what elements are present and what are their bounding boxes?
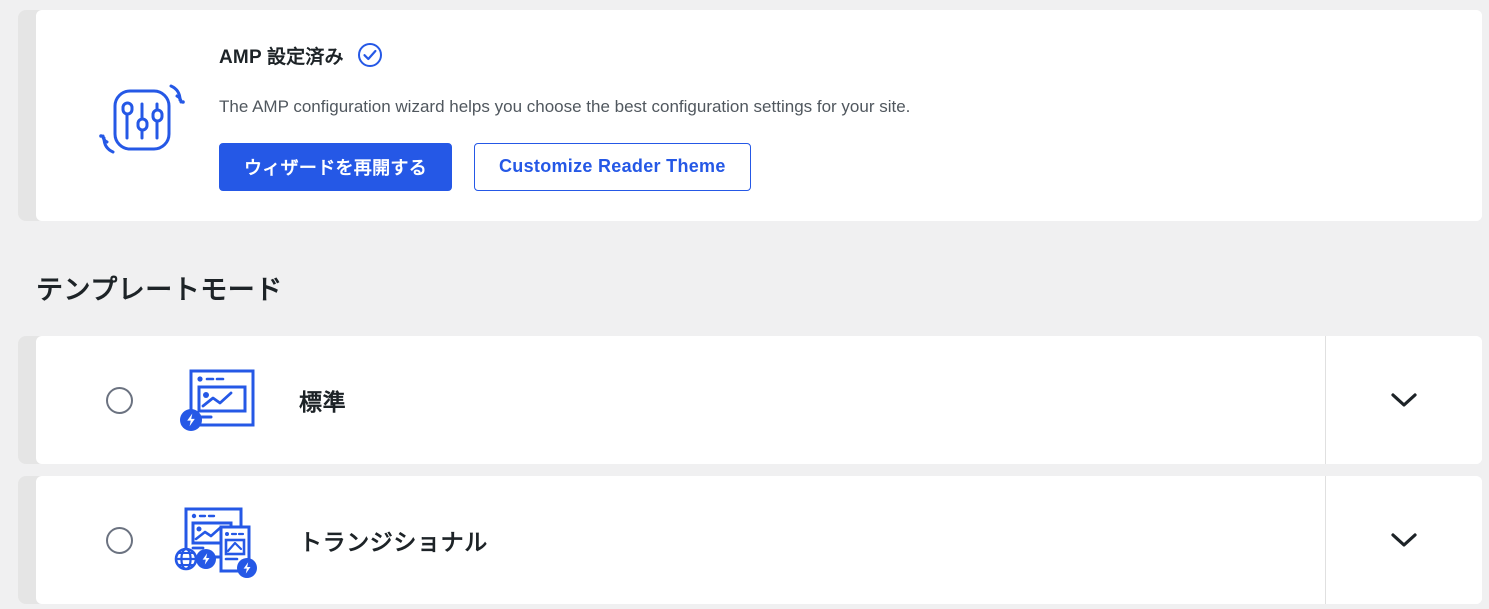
page-title: AMP 設定済み xyxy=(219,46,344,68)
amp-settings-page: AMP 設定済み The AMP configuration wizard he… xyxy=(0,0,1489,609)
template-mode-option-standard-inner: 標準 xyxy=(36,336,1482,464)
chevron-down-icon xyxy=(1389,531,1419,549)
template-mode-option-standard[interactable]: 標準 xyxy=(18,336,1482,464)
amp-action-buttons: ウィザードを再開する Customize Reader Theme xyxy=(219,142,1462,191)
amp-status-panel: AMP 設定済み The AMP configuration wizard he… xyxy=(18,10,1482,221)
template-mode-option-transitional[interactable]: トランジショナル xyxy=(18,476,1482,604)
amp-title-row: AMP 設定済み xyxy=(219,40,1462,70)
customize-reader-theme-button[interactable]: Customize Reader Theme xyxy=(474,142,751,191)
template-mode-label: トランジショナル xyxy=(299,529,488,555)
circle-check-icon xyxy=(357,42,383,68)
template-mode-label: 標準 xyxy=(299,389,347,415)
template-mode-standard-clickable[interactable]: 標準 xyxy=(36,336,1326,464)
radio-transitional[interactable] xyxy=(106,526,133,554)
template-mode-option-transitional-inner: トランジショナル xyxy=(36,476,1482,604)
chevron-down-icon xyxy=(1389,391,1419,409)
radio-standard[interactable] xyxy=(106,386,133,414)
template-mode-heading: テンプレートモード xyxy=(36,275,283,305)
amp-settings-sliders-icon xyxy=(93,72,193,172)
resume-wizard-button[interactable]: ウィザードを再開する xyxy=(219,142,452,191)
amp-description: The AMP configuration wizard helps you c… xyxy=(219,97,911,116)
transitional-desktop-mobile-amp-icon xyxy=(169,497,261,583)
template-mode-transitional-clickable[interactable]: トランジショナル xyxy=(36,476,1326,604)
template-mode-transitional-expand-toggle[interactable] xyxy=(1326,476,1482,604)
template-mode-standard-expand-toggle[interactable] xyxy=(1326,336,1482,464)
amp-status-panel-inner: AMP 設定済み The AMP configuration wizard he… xyxy=(36,10,1482,221)
standard-desktop-amp-icon xyxy=(169,357,261,443)
amp-status-content: AMP 設定済み The AMP configuration wizard he… xyxy=(219,40,1462,191)
